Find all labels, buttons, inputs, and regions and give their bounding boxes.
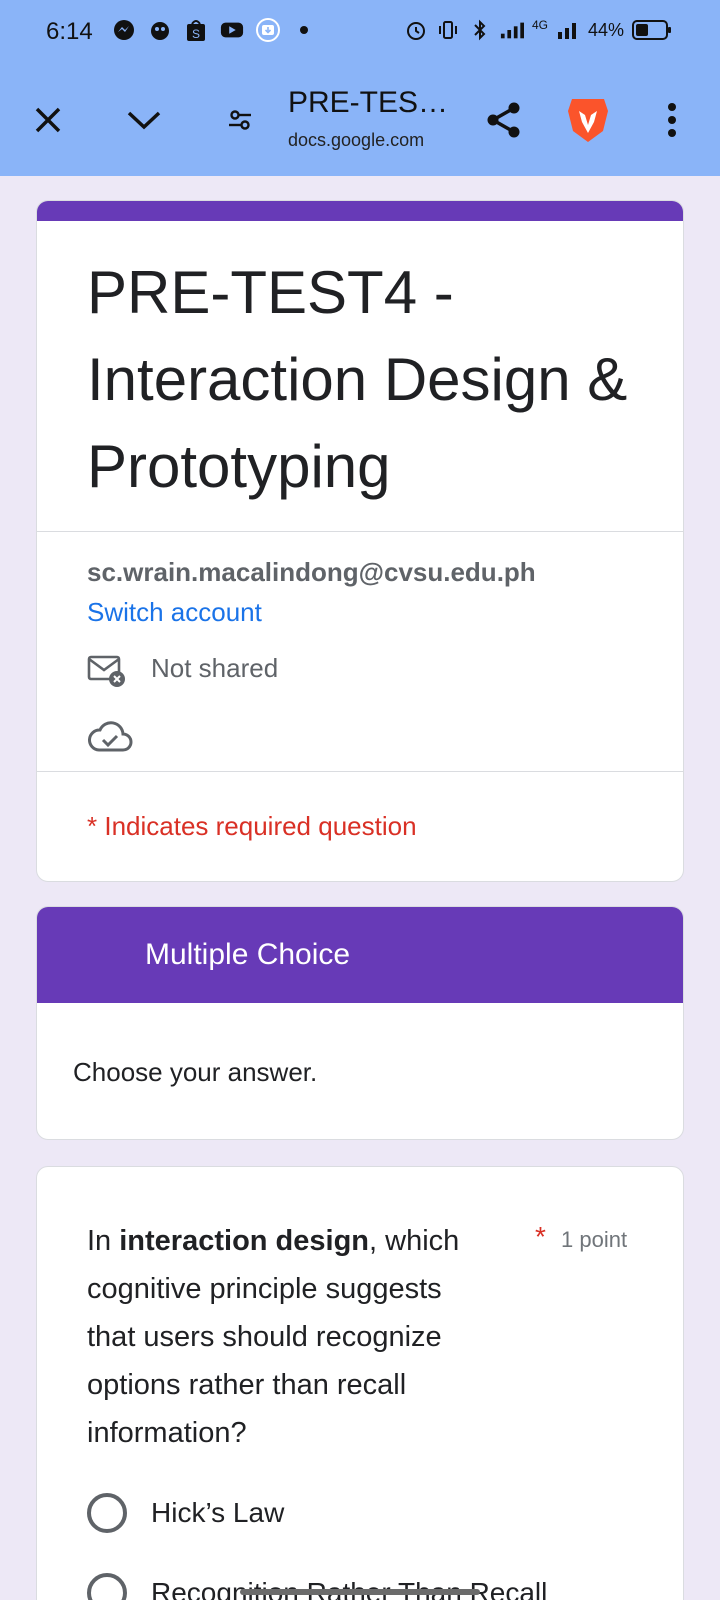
radio-button[interactable] — [87, 1573, 127, 1600]
gesture-nav-bar[interactable] — [240, 1589, 480, 1595]
battery-icon — [632, 20, 671, 40]
section-title: Multiple Choice — [37, 907, 683, 1003]
divider — [37, 531, 683, 532]
required-marker: * — [535, 1221, 546, 1252]
messenger-icon — [112, 18, 136, 42]
mail-not-shared-icon — [87, 655, 125, 687]
form-header-card: PRE-TEST4 - Interaction Design & Prototy… — [36, 200, 684, 882]
battery-level — [636, 24, 649, 36]
share-button[interactable] — [476, 92, 532, 148]
shopee-icon: S — [184, 18, 208, 42]
status-app-icons: S — [112, 18, 316, 42]
not-shared-label: Not shared — [151, 653, 279, 683]
alarm-icon — [404, 18, 428, 42]
cloud-done-icon — [88, 721, 133, 752]
question-text-suffix: , which cognitive principle suggests tha… — [87, 1225, 460, 1449]
question-points: 1 point — [561, 1227, 628, 1252]
svg-text:S: S — [192, 27, 200, 41]
download-icon — [256, 18, 280, 42]
network-type: 4G — [531, 18, 548, 32]
signal-icon — [500, 18, 524, 42]
form-accent-bar — [37, 201, 683, 221]
status-time: 6:14 — [46, 18, 93, 45]
option-recognition[interactable]: Recognition Rather Than Recall — [87, 1573, 547, 1600]
more-notifications-dot — [292, 18, 316, 42]
battery-percent: 44% — [587, 19, 624, 40]
question-card: In interaction design, which cognitive p… — [36, 1166, 684, 1600]
account-email: sc.wrain.macalindong@cvsu.edu.ph — [87, 557, 536, 587]
status-right: 4G 44% — [404, 18, 671, 42]
question-text-prefix: In — [87, 1225, 120, 1257]
option-hicks-law[interactable]: Hick’s Law — [87, 1493, 284, 1533]
question-text: In interaction design, which cognitive p… — [87, 1217, 497, 1457]
switch-account-link[interactable]: Switch account — [87, 597, 262, 628]
privacy-icon — [148, 18, 172, 42]
bluetooth-icon — [468, 18, 492, 42]
signal-icon-2 — [556, 18, 580, 42]
brave-rewards-button[interactable] — [560, 92, 616, 148]
required-note: * Indicates required question — [87, 811, 417, 841]
tune-icon — [229, 110, 251, 130]
brave-lion-icon — [568, 99, 608, 142]
section-card: Multiple Choice Choose your answer. — [36, 906, 684, 1140]
form-title: PRE-TEST4 - Interaction Design & Prototy… — [87, 259, 628, 500]
more-vert-icon — [668, 103, 676, 137]
vibrate-icon — [436, 18, 460, 42]
radio-button[interactable] — [87, 1493, 127, 1533]
chevron-down-icon — [127, 111, 161, 130]
page-settings-button[interactable] — [212, 92, 268, 148]
question-text-bold: interaction design — [119, 1225, 370, 1257]
browser-toolbar: PRE-TES… docs.google.com — [0, 64, 720, 176]
option-label: Hick’s Law — [151, 1497, 285, 1528]
page-url[interactable]: docs.google.com — [288, 130, 424, 151]
status-bar: 6:14 S 4G 44% — [0, 0, 720, 64]
close-icon — [35, 107, 61, 133]
section-description: Choose your answer. — [73, 1057, 318, 1087]
share-icon — [487, 102, 520, 138]
more-menu-button[interactable] — [644, 92, 700, 148]
minimize-button[interactable] — [116, 92, 172, 148]
divider — [37, 771, 683, 772]
youtube-icon — [220, 18, 244, 42]
tab-title[interactable]: PRE-TES… — [288, 86, 448, 120]
close-tab-button[interactable] — [20, 92, 76, 148]
